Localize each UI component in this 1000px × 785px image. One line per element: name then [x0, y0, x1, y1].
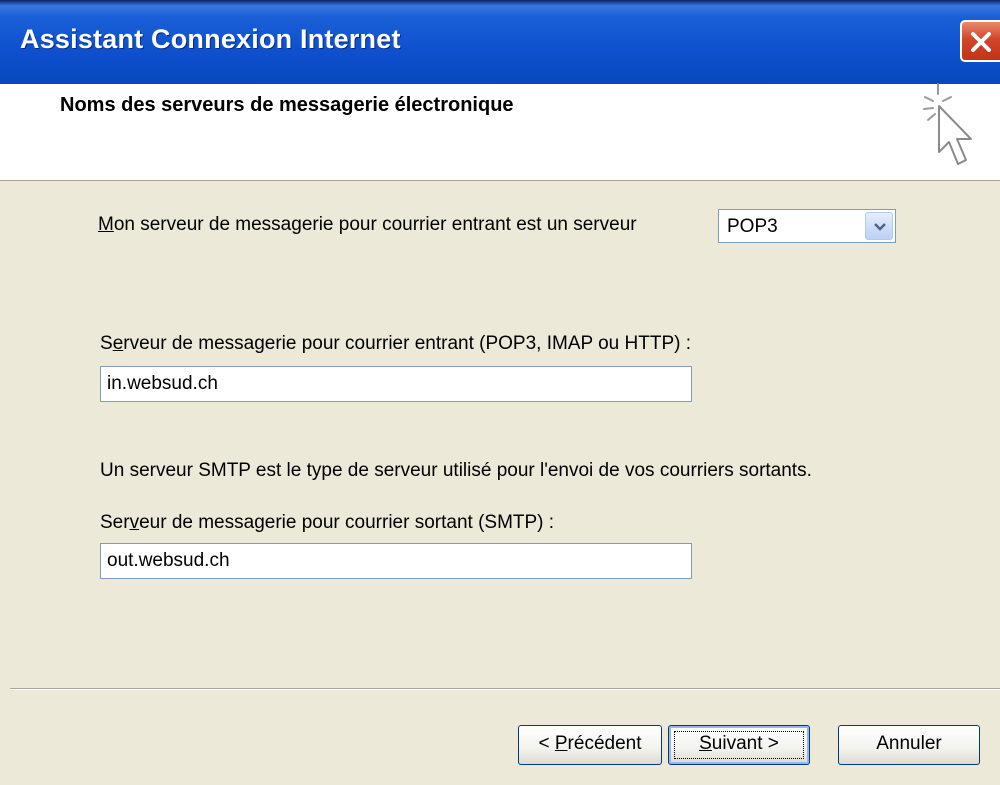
next-button[interactable]: Suivant >	[668, 725, 810, 765]
dropdown-button[interactable]	[865, 212, 893, 240]
page-title: Noms des serveurs de messagerie électron…	[60, 94, 514, 116]
title-bar[interactable]: Assistant Connexion Internet	[0, 0, 1000, 84]
incoming-server-type-value: POP3	[727, 216, 778, 237]
back-button[interactable]: < Précédent	[518, 725, 662, 765]
incoming-server-input[interactable]	[101, 367, 691, 401]
window-title: Assistant Connexion Internet	[20, 24, 401, 54]
smtp-info-text: Un serveur SMTP est le type de serveur u…	[100, 460, 812, 481]
outgoing-server-input[interactable]	[101, 544, 691, 578]
close-icon	[971, 32, 991, 52]
wizard-window: Assistant Connexion Internet Noms des se…	[0, 0, 1000, 785]
separator-line	[10, 688, 1000, 690]
incoming-server-label: Serveur de messagerie pour courrier entr…	[100, 333, 692, 354]
chevron-down-icon	[874, 223, 886, 231]
wizard-cursor-icon	[923, 83, 972, 165]
close-button[interactable]	[960, 20, 1000, 62]
incoming-type-label: Mon serveur de messagerie pour courrier …	[98, 214, 637, 235]
outgoing-server-label: Serveur de messagerie pour courrier sort…	[100, 512, 555, 533]
wizard-content	[0, 181, 1000, 689]
cancel-button[interactable]: Annuler	[838, 725, 980, 765]
incoming-server-field[interactable]	[100, 366, 692, 402]
outgoing-server-field[interactable]	[100, 543, 692, 579]
incoming-server-type-select[interactable]: POP3	[718, 209, 896, 243]
wizard-header: Noms des serveurs de messagerie électron…	[0, 83, 1000, 181]
